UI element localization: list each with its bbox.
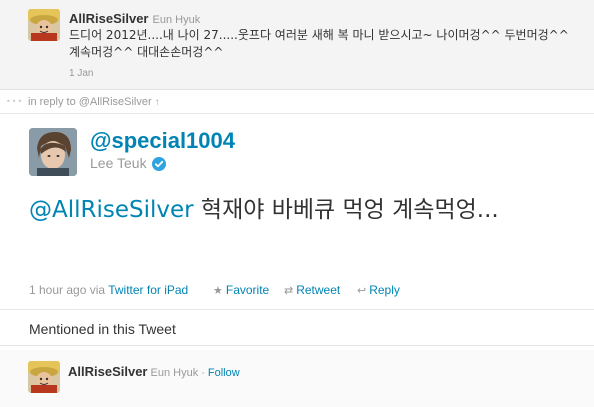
mention-link[interactable]: @AllRiseSilver [29, 197, 194, 223]
reply-label: Reply [369, 283, 400, 297]
via-label: via [89, 283, 106, 297]
timestamp[interactable]: 1 hour ago [29, 283, 86, 297]
arrow-up-icon: ↑ [154, 97, 160, 108]
in-reply-to-bar: ••• in reply to @AllRiseSilver ↑ [0, 90, 594, 114]
retweet-button[interactable]: ⇄ Retweet [284, 283, 340, 297]
reply-tweet: AllRiseSilver Eun Hyuk 드디어 2012년....내 나이 … [0, 0, 594, 90]
reply-icon: ↩ [357, 285, 367, 297]
favorite-label: Favorite [225, 283, 270, 297]
tweet-text: 드디어 2012년....내 나이 27.....웃프다 여러분 새해 복 마니… [69, 28, 569, 59]
timestamp[interactable]: 1 Jan [69, 68, 93, 79]
reply-button[interactable]: ↩ Reply [357, 283, 400, 297]
mentioned-user-header: AllRiseSilver Eun Hyuk · Follow [68, 363, 240, 381]
avatar[interactable] [28, 361, 60, 393]
mentioned-user-row: AllRiseSilver Eun Hyuk · Follow [0, 350, 594, 407]
tweet-body: 혁재야 바베큐 먹엉 계속먹엉... [193, 197, 499, 223]
retweet-icon: ⇄ [284, 285, 294, 297]
follow-button[interactable]: Follow [208, 367, 240, 379]
favorite-button[interactable]: ★ Favorite [213, 283, 269, 297]
full-name: Lee Teuk [90, 155, 147, 171]
star-icon: ★ [213, 285, 223, 297]
client-link[interactable]: Twitter for iPad [108, 283, 188, 297]
tweet-meta: 1 hour ago via Twitter for iPad [29, 283, 188, 297]
divider [0, 309, 594, 310]
verified-badge-icon [152, 157, 166, 171]
section-title: Mentioned in this Tweet [29, 321, 176, 337]
avatar[interactable] [28, 9, 60, 41]
dotted-line-icon: ••• [6, 97, 24, 106]
screen-name[interactable]: @special1004 [90, 128, 235, 154]
in-reply-to-label: in reply to @AllRiseSilver [28, 96, 152, 108]
screen-name[interactable]: AllRiseSilver [69, 11, 149, 26]
reply-tweet-header: AllRiseSilver Eun Hyuk [69, 8, 200, 27]
separator: · [201, 367, 205, 379]
avatar[interactable] [29, 128, 77, 176]
screen-name[interactable]: AllRiseSilver [68, 364, 148, 379]
full-name: Eun Hyuk [152, 14, 201, 26]
divider [0, 345, 594, 346]
retweet-label: Retweet [296, 283, 341, 297]
tweet-text: @AllRiseSilver 혁재야 바베큐 먹엉 계속먹엉... [29, 192, 574, 229]
full-name: Eun Hyuk [150, 367, 199, 379]
in-reply-to-link[interactable]: in reply to @AllRiseSilver ↑ [28, 96, 160, 108]
